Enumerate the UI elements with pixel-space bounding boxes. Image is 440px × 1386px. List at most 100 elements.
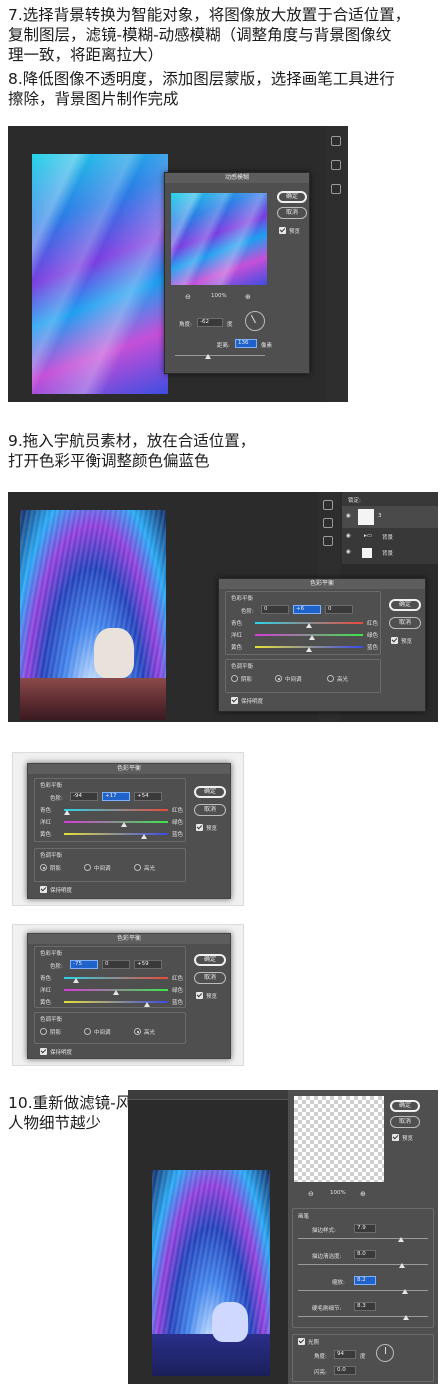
preview-label: 预览 <box>402 1136 414 1142</box>
color-slider-knob[interactable] <box>73 978 80 983</box>
color-slider-knob[interactable] <box>306 623 312 628</box>
color-slider-track[interactable] <box>64 1001 168 1003</box>
eye-icon[interactable]: ◉ <box>346 549 351 555</box>
ok-button[interactable]: 确定 <box>277 191 307 203</box>
angle-dial[interactable] <box>376 1344 394 1362</box>
preview-checkbox[interactable] <box>196 824 203 831</box>
preview-checkbox[interactable] <box>279 227 286 234</box>
zoom-in-icon[interactable]: ⊕ <box>245 293 251 301</box>
distance-slider[interactable] <box>175 355 265 356</box>
zoom-out-icon[interactable]: ⊖ <box>308 1190 314 1198</box>
level-input-3[interactable]: 0 <box>325 605 353 614</box>
preserve-checkbox[interactable] <box>40 1048 47 1055</box>
oil-param-slider[interactable] <box>298 1264 428 1265</box>
color-slider-track[interactable] <box>64 821 168 823</box>
preview-checkbox[interactable] <box>392 1134 399 1141</box>
brush-icon[interactable] <box>323 500 333 510</box>
distance-input[interactable]: 136 <box>235 339 257 348</box>
slider-right-label: 绿色 <box>172 820 184 826</box>
layers-icon[interactable] <box>323 536 333 546</box>
motion-blur-dialog: 动感模糊 确定 取消 预览 ⊖ 100% ⊕ 角度: -62 度 距离: 136… <box>164 172 310 374</box>
tone-radio[interactable] <box>84 1028 91 1035</box>
zoom-in-icon[interactable]: ⊕ <box>360 1190 366 1198</box>
color-slider-track[interactable] <box>64 809 168 811</box>
distance-unit: 像素 <box>261 343 273 349</box>
tone-radio[interactable] <box>134 864 141 871</box>
oil-param-knob[interactable] <box>397 1237 404 1242</box>
oil-param-label: 缩放: <box>332 1280 345 1286</box>
oil-param-knob[interactable] <box>399 1263 405 1268</box>
color-slider-track[interactable] <box>64 833 168 835</box>
lighting-checkbox[interactable] <box>298 1338 305 1345</box>
motion-blur-screenshot: 动感模糊 确定 取消 预览 ⊖ 100% ⊕ 角度: -62 度 距离: 136… <box>8 126 348 402</box>
preserve-checkbox[interactable] <box>40 886 47 893</box>
distance-slider-knob[interactable] <box>205 354 211 359</box>
layer-row[interactable]: ◉ 背景 <box>342 546 438 560</box>
cancel-button[interactable]: 取消 <box>390 1116 420 1128</box>
layer-row[interactable]: ◉ 3 <box>342 506 438 528</box>
oil-param-slider[interactable] <box>298 1238 428 1239</box>
tone-radio[interactable] <box>40 864 47 871</box>
color-slider-knob[interactable] <box>113 990 119 995</box>
brush-icon[interactable] <box>331 136 341 146</box>
preserve-checkbox[interactable] <box>231 697 238 704</box>
eye-icon[interactable]: ◉ <box>346 533 351 539</box>
ok-button[interactable]: 确定 <box>389 599 421 611</box>
cancel-button[interactable]: 取消 <box>389 617 421 629</box>
cancel-button[interactable]: 取消 <box>194 972 226 984</box>
tone-label: 阴影 <box>50 866 62 872</box>
color-slider-knob[interactable] <box>64 810 71 815</box>
level-input-1[interactable]: -75 <box>70 960 98 969</box>
step7-line1: 7.选择背景转换为智能对象，将图像放大放置于合适位置， <box>8 6 411 24</box>
shine-input[interactable]: 0.0 <box>334 1366 356 1375</box>
tone-radio[interactable] <box>134 1028 141 1035</box>
step8-line1: 8.降低图像不透明度，添加图层蒙版，选择画笔工具进行 <box>8 70 395 88</box>
level-input-1[interactable]: -94 <box>70 792 98 801</box>
ok-button[interactable]: 确定 <box>390 1100 420 1112</box>
color-slider-knob[interactable] <box>121 822 128 827</box>
tone-radio[interactable] <box>231 675 238 682</box>
oil-param-slider[interactable] <box>298 1290 428 1291</box>
oil-param-knob[interactable] <box>401 1289 408 1294</box>
oil-param-input[interactable]: 7.9 <box>354 1224 376 1233</box>
color-slider-knob[interactable] <box>309 635 316 640</box>
ok-button[interactable]: 确定 <box>194 786 226 798</box>
tone-radio[interactable] <box>40 1028 47 1035</box>
angle-dial[interactable] <box>245 311 265 331</box>
eye-icon[interactable]: ◉ <box>346 513 351 519</box>
preview-checkbox[interactable] <box>391 637 398 644</box>
brush-section-label: 画笔 <box>298 1214 310 1220</box>
angle-input[interactable]: -62 <box>197 318 223 327</box>
cancel-button[interactable]: 取消 <box>194 804 226 816</box>
angle-input[interactable]: 94 <box>334 1350 356 1359</box>
oil-param-knob[interactable] <box>402 1315 409 1320</box>
level-input-3[interactable]: +59 <box>134 960 162 969</box>
level-input-3[interactable]: +54 <box>134 792 162 801</box>
preview-thumbnail[interactable] <box>171 193 267 285</box>
layers-icon[interactable] <box>331 184 341 194</box>
preview-checkbox[interactable] <box>196 992 203 999</box>
tone-radio[interactable] <box>84 864 91 871</box>
color-slider-knob[interactable] <box>306 647 312 652</box>
level-input-2[interactable]: +17 <box>102 792 130 801</box>
oil-param-input[interactable]: 8.2 <box>354 1276 376 1285</box>
preview-thumbnail[interactable] <box>294 1096 384 1182</box>
oil-param-label: 硬毛刷细节: <box>312 1306 342 1312</box>
level-input-1[interactable]: 0 <box>261 605 289 614</box>
color-slider-knob[interactable] <box>141 834 148 839</box>
cancel-button[interactable]: 取消 <box>277 207 307 219</box>
ok-button[interactable]: 确定 <box>194 954 226 966</box>
level-input-2[interactable]: +6 <box>293 605 321 614</box>
oil-param-input[interactable]: 8.0 <box>354 1250 376 1259</box>
zoom-out-icon[interactable]: ⊖ <box>185 293 191 301</box>
layer-row[interactable]: ◉ ▸▭ 背景 <box>342 530 438 544</box>
tone-radio[interactable] <box>327 675 334 682</box>
color-slider-knob[interactable] <box>144 1002 151 1007</box>
oil-param-input[interactable]: 8.3 <box>354 1302 376 1311</box>
cube-icon[interactable] <box>323 518 333 528</box>
cube-icon[interactable] <box>331 160 341 170</box>
tone-label: 高光 <box>144 866 156 872</box>
color-slider-track[interactable] <box>64 977 168 979</box>
level-input-2[interactable]: 0 <box>102 960 130 969</box>
tone-radio[interactable] <box>275 675 282 682</box>
